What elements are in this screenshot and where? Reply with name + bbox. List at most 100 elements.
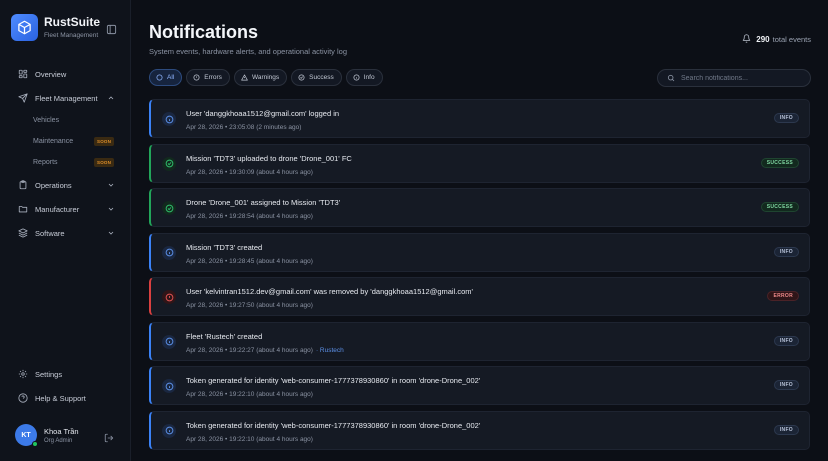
sidebar-item-manufacturer[interactable]: Manufacturer xyxy=(0,197,131,221)
layers-icon xyxy=(17,228,28,239)
grid-icon xyxy=(17,69,28,80)
sidebar-item-fleet-management[interactable]: Fleet Management xyxy=(0,86,131,110)
filter-label: Success xyxy=(309,74,334,81)
error-circle-icon xyxy=(162,290,176,304)
status-badge: INFO xyxy=(773,246,799,257)
notification-card[interactable]: Fleet 'Rustech' created Apr 28, 2026 • 19… xyxy=(149,321,810,361)
notification-time: Apr 28, 2026 • 19:22:10 (about 4 hours a… xyxy=(186,436,313,443)
sidebar-item-label: Overview xyxy=(35,69,67,79)
timestamp: Apr 28, 2026 • 19:22:27 (about 4 hours a… xyxy=(186,346,313,354)
send-icon xyxy=(17,93,28,104)
notification-time: Apr 28, 2026 • 23:05:08 (2 minutes ago) xyxy=(186,124,301,131)
sidebar-item-overview[interactable]: Overview xyxy=(0,62,131,86)
sidebar-item-label: Manufacturer xyxy=(35,204,80,214)
filter-errors[interactable]: Errors xyxy=(186,69,230,86)
notification-message: Token generated for identity 'web-consum… xyxy=(186,420,481,430)
logout-icon[interactable] xyxy=(104,430,114,443)
notification-card[interactable]: User 'danggkhoaa1512@gmail.com' logged i… xyxy=(149,99,810,138)
notification-message: Fleet 'Rustech' created xyxy=(186,331,263,341)
check-circle-icon xyxy=(162,156,176,171)
timestamp: Apr 28, 2026 • 19:22:10 (about 4 hours a… xyxy=(186,391,313,398)
notification-message: Drone 'Drone_001' assigned to Mission 'T… xyxy=(186,198,341,207)
soon-badge: SOON xyxy=(94,137,115,146)
sidebar-item-software[interactable]: Software xyxy=(0,221,131,245)
circle-icon xyxy=(156,74,163,81)
filter-label: Warnings xyxy=(251,74,280,81)
sidebar-item-settings[interactable]: Settings xyxy=(0,362,131,386)
cube-logo-icon xyxy=(11,14,38,41)
sidebar-item-label: Operations xyxy=(35,180,72,190)
warning-triangle-icon xyxy=(241,74,248,81)
notification-message: Token generated for identity 'web-consum… xyxy=(186,376,481,385)
clipboard-icon xyxy=(17,180,28,191)
sidebar-item-label: Software xyxy=(35,228,65,238)
info-circle-icon xyxy=(353,74,360,81)
search-input[interactable] xyxy=(681,74,801,82)
notification-time: Apr 28, 2026 • 19:28:45 (about 4 hours a… xyxy=(186,258,313,265)
soon-badge: SOON xyxy=(94,158,115,167)
notification-card[interactable]: Mission 'TDT3' uploaded to drone 'Drone_… xyxy=(149,143,810,183)
status-badge: INFO xyxy=(773,380,799,390)
notification-card[interactable]: Mission 'TDT3' created Apr 28, 2026 • 19:… xyxy=(149,232,810,272)
gear-icon xyxy=(17,369,28,380)
notification-message: Mission 'TDT3' uploaded to drone 'Drone_… xyxy=(186,153,352,163)
sidebar-item-operations[interactable]: Operations xyxy=(0,173,131,197)
notification-card[interactable]: Token generated for identity 'web-consum… xyxy=(149,410,810,450)
info-circle-icon xyxy=(162,379,176,393)
filter-warnings[interactable]: Warnings xyxy=(233,69,288,86)
sidebar-bottom-nav: Settings Help & Support xyxy=(0,362,131,410)
notification-card[interactable]: Drone 'Drone_001' assigned to Mission 'T… xyxy=(149,188,810,227)
status-badge: INFO xyxy=(773,113,799,123)
status-badge: SUCCESS xyxy=(760,202,799,212)
notification-message: User 'danggkhoaa1512@gmail.com' logged i… xyxy=(186,109,340,118)
status-badge: ERROR xyxy=(767,291,799,301)
sidebar-subitem-label: Maintenance xyxy=(33,138,74,145)
help-icon xyxy=(17,393,28,404)
chevron-up-icon xyxy=(107,94,115,102)
sidebar-toggle-icon[interactable] xyxy=(106,22,117,35)
info-circle-icon xyxy=(162,423,176,438)
main-content: Notifications System events, hardware al… xyxy=(131,0,828,461)
search-box[interactable] xyxy=(657,69,811,87)
filter-info[interactable]: Info xyxy=(345,69,383,86)
filter-success[interactable]: Success xyxy=(291,69,342,86)
chevron-down-icon xyxy=(107,205,115,213)
status-badge: INFO xyxy=(773,335,799,346)
error-circle-icon xyxy=(193,74,200,81)
avatar: KT xyxy=(15,424,38,447)
notification-card[interactable]: Token generated for identity 'web-consum… xyxy=(149,366,810,405)
app-window: RustSuite Fleet Management Overview Flee… xyxy=(0,0,828,461)
sidebar-item-label: Fleet Management xyxy=(35,93,98,103)
notification-time: Apr 28, 2026 • 19:28:54 (about 4 hours a… xyxy=(186,213,313,220)
timestamp: Apr 28, 2026 • 19:22:10 (about 4 hours a… xyxy=(186,435,313,443)
info-circle-icon xyxy=(162,112,176,126)
user-profile[interactable]: KT Khoa Trần Org Admin xyxy=(15,424,125,447)
notification-time: Apr 28, 2026 • 19:30:09 (about 4 hours a… xyxy=(186,169,313,176)
brand[interactable]: RustSuite Fleet Management xyxy=(11,14,100,41)
page-subtitle: System events, hardware alerts, and oper… xyxy=(149,47,348,56)
avatar-initials: KT xyxy=(21,431,31,439)
status-badge: INFO xyxy=(773,424,799,435)
fleet-link[interactable]: · Rustech xyxy=(316,347,344,354)
total-count: 290 xyxy=(756,35,770,44)
sidebar-nav: Overview Fleet Management Vehicles Maint… xyxy=(0,62,131,245)
timestamp: Apr 28, 2026 • 19:30:09 (about 4 hours a… xyxy=(186,168,313,176)
notification-list: User 'danggkhoaa1512@gmail.com' logged i… xyxy=(149,99,810,455)
timestamp: Apr 28, 2026 • 19:28:54 (about 4 hours a… xyxy=(186,213,313,220)
info-circle-icon xyxy=(162,334,176,349)
brand-name: RustSuite xyxy=(44,15,101,29)
timestamp: Apr 28, 2026 • 19:27:50 (about 4 hours a… xyxy=(186,302,313,309)
brand-subtitle: Fleet Management xyxy=(44,32,99,39)
filter-label: Errors xyxy=(204,74,222,81)
filter-all[interactable]: All xyxy=(149,69,183,86)
sidebar-item-help[interactable]: Help & Support xyxy=(0,386,131,410)
notification-card[interactable]: User 'kelvintran1512.dev@gmail.com' was … xyxy=(149,277,810,316)
notification-message: User 'kelvintran1512.dev@gmail.com' was … xyxy=(186,287,473,296)
sidebar-subitem-reports[interactable]: Reports SOON xyxy=(0,152,131,173)
notification-message: Mission 'TDT3' created xyxy=(186,242,263,252)
notification-time: Apr 28, 2026 • 19:22:27 (about 4 hours a… xyxy=(186,347,344,354)
sidebar-subitem-vehicles[interactable]: Vehicles xyxy=(0,110,131,131)
sidebar-subitem-maintenance[interactable]: Maintenance SOON xyxy=(0,131,131,152)
sidebar-subitem-label: Vehicles xyxy=(33,117,60,124)
user-role: Org Admin xyxy=(44,437,73,444)
